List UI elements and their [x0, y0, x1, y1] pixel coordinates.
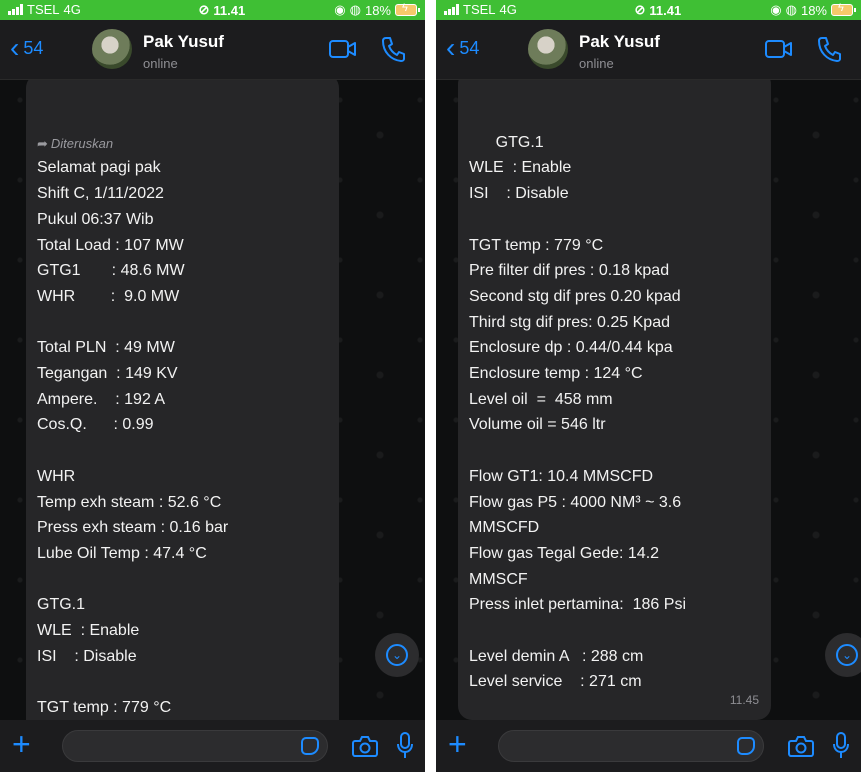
message-text: Selamat pagi pak Shift C, 1/11/2022 Puku… [37, 159, 229, 717]
phone-call-icon[interactable] [381, 36, 405, 62]
sticker-icon[interactable] [301, 737, 319, 755]
chat-header: ‹ 54 Pak Yusuf online [436, 20, 861, 80]
unread-count: 54 [23, 37, 44, 58]
network-type: 4G [499, 2, 517, 17]
camera-icon[interactable] [352, 735, 378, 757]
contact-name[interactable]: Pak Yusuf [143, 32, 224, 52]
contact-name[interactable]: Pak Yusuf [579, 32, 660, 52]
network-type: 4G [63, 2, 81, 17]
back-button[interactable]: ‹ 54 [446, 32, 480, 63]
chat-area[interactable]: GTG.1 WLE : Enable ISI : Disable TGT tem… [436, 80, 861, 720]
chat-screen-left: TSEL 4G ⊘ 11.41 ◉ ◍ 18% ϟ ‹ 54 Pak Yusuf… [0, 0, 425, 772]
clock: 11.41 [213, 2, 246, 18]
battery-percent: 18% [800, 2, 827, 18]
forwarded-label: ➦ Diteruskan [37, 136, 114, 152]
camera-icon[interactable] [788, 735, 814, 757]
contact-status: online [579, 56, 614, 71]
forward-arrow-icon: ➦ [37, 136, 48, 152]
message-text: GTG.1 WLE : Enable ISI : Disable TGT tem… [469, 133, 686, 691]
status-bar: TSEL 4G ⊘ 11.41 ◉ ◍ 18% ϟ [0, 0, 425, 20]
scroll-down-button[interactable]: ⌄ [375, 633, 419, 677]
scroll-down-icon: ⌄ [386, 644, 408, 666]
scroll-down-button[interactable]: ⌄ [825, 633, 861, 677]
message-bubble[interactable]: GTG.1 WLE : Enable ISI : Disable TGT tem… [458, 80, 771, 720]
lock-rotation-icon: ◉ [334, 2, 346, 17]
battery-percent: 18% [364, 2, 391, 18]
back-button[interactable]: ‹ 54 [10, 32, 44, 63]
phone-call-icon[interactable] [817, 36, 841, 62]
sticker-icon[interactable] [737, 737, 755, 755]
link-icon: ⊘ [634, 2, 646, 17]
signal-icon [8, 4, 23, 15]
chat-header: ‹ 54 Pak Yusuf online [0, 20, 425, 80]
message-time: 11.45 [729, 693, 759, 708]
input-bar: + [0, 720, 425, 772]
link-icon: ⊘ [198, 2, 210, 17]
signal-icon [444, 4, 459, 15]
screen-divider [425, 0, 436, 772]
battery-icon: ϟ [395, 2, 420, 16]
chevron-left-icon: ‹ [10, 32, 20, 63]
plus-icon[interactable]: + [12, 728, 31, 760]
message-input[interactable] [62, 730, 328, 762]
chat-area[interactable]: ➦ Diteruskan Selamat pagi pak Shift C, 1/1… [0, 80, 425, 720]
carrier-name: TSEL [27, 2, 60, 17]
microphone-icon[interactable] [832, 732, 850, 760]
contact-status: online [143, 56, 178, 71]
lock-rotation-icon: ◉ [770, 2, 782, 17]
clock: 11.41 [649, 2, 682, 18]
battery-icon: ϟ [831, 2, 856, 16]
scroll-down-icon: ⌄ [836, 644, 858, 666]
message-bubble[interactable]: ➦ Diteruskan Selamat pagi pak Shift C, 1/1… [26, 80, 339, 720]
alarm-icon: ◍ [349, 2, 361, 17]
chat-screen-right: TSEL 4G ⊘ 11.41 ◉ ◍ 18% ϟ ‹ 54 Pak Yusuf… [436, 0, 861, 772]
plus-icon[interactable]: + [448, 728, 467, 760]
message-input[interactable] [498, 730, 764, 762]
video-call-icon[interactable] [329, 38, 357, 60]
avatar[interactable] [528, 29, 568, 69]
status-bar: TSEL 4G ⊘ 11.41 ◉ ◍ 18% ϟ [436, 0, 861, 20]
microphone-icon[interactable] [396, 732, 414, 760]
video-call-icon[interactable] [765, 38, 793, 60]
alarm-icon: ◍ [785, 2, 797, 17]
carrier-name: TSEL [463, 2, 496, 17]
avatar[interactable] [92, 29, 132, 69]
chevron-left-icon: ‹ [446, 32, 456, 63]
unread-count: 54 [459, 37, 480, 58]
input-bar: + [436, 720, 861, 772]
